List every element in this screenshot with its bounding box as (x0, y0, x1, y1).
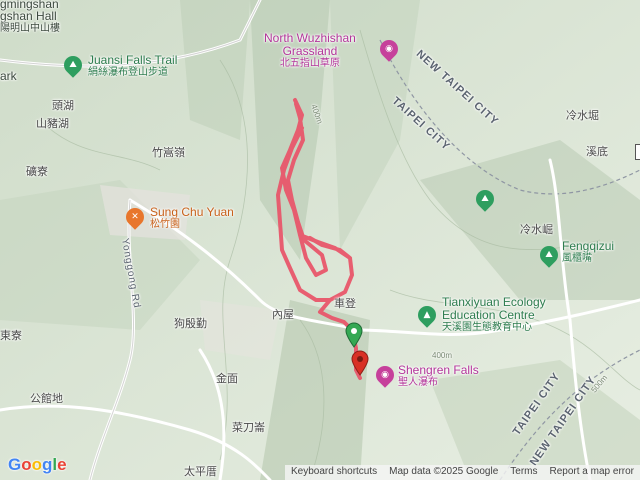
place-xidi: 溪底 (586, 146, 608, 158)
poi-sungchu-zh: 松竹園 (150, 219, 180, 231)
poi-sungchu-name: Sung Chu Yuan (150, 205, 234, 219)
google-logo: Google (8, 455, 67, 474)
park-label: ark (0, 69, 17, 83)
place-gonguandi: 公館地 (30, 393, 63, 405)
hall-label: gshan Hall 陽明山中山樓 (0, 9, 60, 35)
poi-tianxiyuan-zh: 天溪園生態教育中心 (442, 322, 532, 334)
keyboard-shortcuts-link[interactable]: Keyboard shortcuts (285, 465, 383, 480)
poi-shengren-zh: 聖人瀑布 (398, 377, 438, 389)
place-jinmian: 金面 (216, 373, 238, 385)
map-canvas[interactable]: gmingshan gshan Hall 陽明山中山樓 ark 頭湖 山豬湖 竹嵩… (0, 0, 640, 480)
place-gouyinkeng: 狗殷勤 (174, 318, 207, 330)
place-chedeng: 車登 (334, 298, 356, 310)
poi-wuzhishan-zh: 北五指山草原 (279, 58, 340, 70)
place-taipingjia: 太平厝 (184, 466, 217, 478)
place-kuangliao: 礦寮 (26, 166, 48, 178)
place-caidaolun: 菜刀崙 (232, 422, 265, 434)
elevation-label: 400m (432, 351, 453, 360)
track-start-marker[interactable] (344, 322, 364, 348)
poi-wuzhishan-name2: Grassland (282, 44, 338, 59)
poi-fengqizui-zh: 風櫃嘴 (562, 253, 592, 265)
report-error-link[interactable]: Report a map error (544, 465, 640, 480)
place-lengshuikeng: 冷水堀 (566, 110, 599, 122)
poi-tianxiyuan-name2: Education Centre (442, 308, 535, 323)
poi-fengqizui-name: Fengqizui (562, 239, 615, 253)
track-end-marker[interactable] (350, 350, 370, 376)
place-lengshuiku2: 冷水崛 (520, 224, 553, 236)
terms-link[interactable]: Terms (504, 465, 543, 480)
map-data-text: Map data ©2025 Google (389, 466, 499, 477)
poi-juansi-name: Juansi Falls Trail (88, 53, 178, 67)
poi-shengren-name: Shengren Falls (398, 363, 479, 377)
attribution-bar: Keyboard shortcuts Map data ©2025 Google… (284, 465, 640, 480)
poi-juansi-zh: 絹絲瀑布登山步道 (88, 67, 168, 79)
place-neiwu: 內屋 (272, 309, 294, 321)
place-dongli: 東寮 (0, 330, 22, 342)
place-zhuzihu: 竹嵩嶺 (152, 147, 185, 159)
place-shanzhuhu: 山豬湖 (36, 118, 69, 130)
map-control-edge[interactable] (635, 144, 640, 160)
place-toumao: 頭湖 (52, 100, 74, 112)
